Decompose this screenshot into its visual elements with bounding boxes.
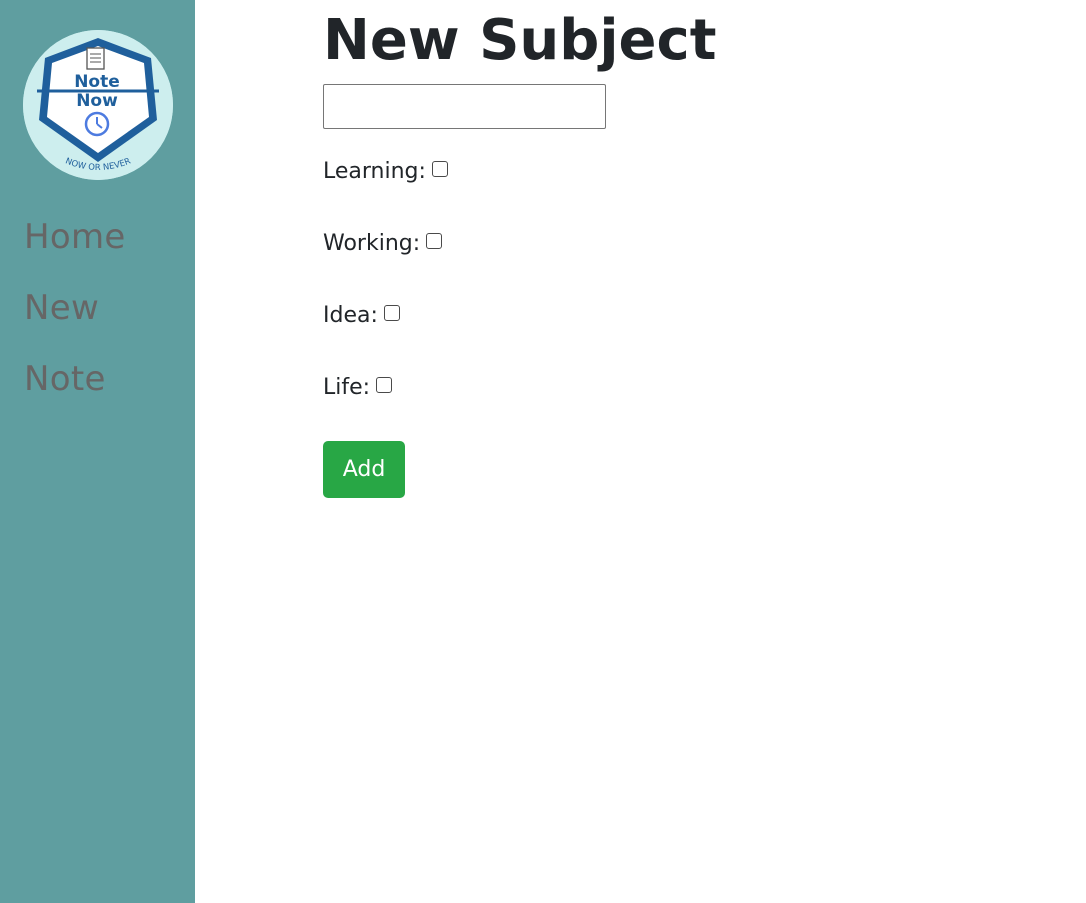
learning-checkbox[interactable] [431,161,448,177]
logo-title-note: Note [74,72,120,92]
page-title: New Subject [323,8,717,73]
idea-field: Idea: [323,302,400,330]
learning-label: Learning: [323,159,426,184]
nav-home-link[interactable]: Home [24,217,126,257]
add-button[interactable]: Add [323,441,405,498]
subject-name-input[interactable] [323,84,606,129]
life-label: Life: [323,375,371,400]
logo-title-now: Now [76,91,118,111]
nav-note-link[interactable]: Note [24,359,106,399]
nav-new-link[interactable]: New [24,288,99,328]
document-icon [86,47,105,70]
life-field: Life: [323,374,393,402]
working-field: Working: [323,230,443,258]
idea-label: Idea: [323,303,378,328]
note-now-logo[interactable]: Note Now NOW OR NEVER [23,30,173,180]
idea-checkbox[interactable] [383,305,400,321]
working-checkbox[interactable] [426,233,443,249]
life-checkbox[interactable] [376,377,393,393]
learning-field: Learning: [323,158,448,186]
working-label: Working: [323,231,421,256]
logo-graphic: Note Now NOW OR NEVER [23,30,173,180]
sidebar: Note Now NOW OR NEVER Home New Note [0,0,195,903]
